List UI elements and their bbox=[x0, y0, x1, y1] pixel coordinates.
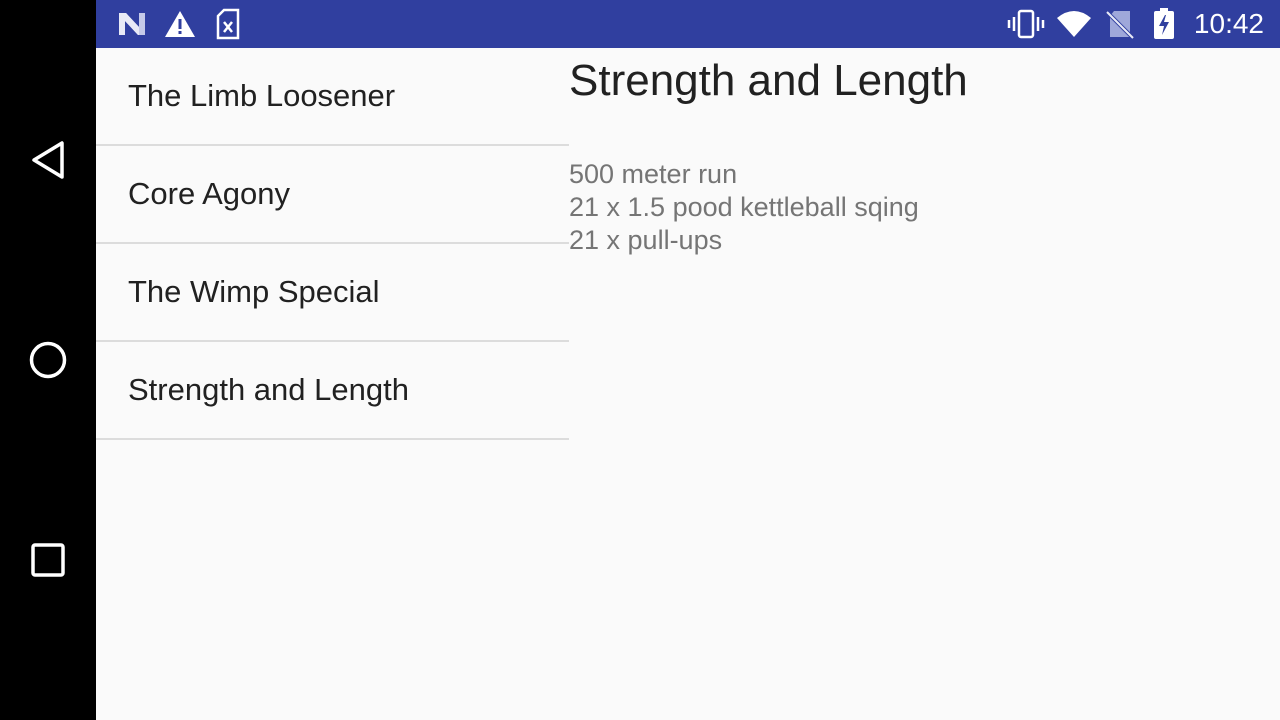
detail-description: 500 meter run 21 x 1.5 pood kettleball s… bbox=[569, 158, 919, 257]
back-icon[interactable] bbox=[24, 136, 72, 184]
home-icon[interactable] bbox=[24, 336, 72, 384]
navigation-bar bbox=[0, 0, 96, 720]
detail-title: Strength and Length bbox=[569, 56, 968, 105]
list-item[interactable]: Strength and Length bbox=[96, 342, 569, 440]
no-sim-icon bbox=[1102, 8, 1138, 40]
battery-charging-icon bbox=[1150, 8, 1178, 40]
recents-icon[interactable] bbox=[24, 536, 72, 584]
status-clock: 10:42 bbox=[1193, 8, 1264, 39]
detail-line: 21 x 1.5 pood kettleball sqing bbox=[569, 192, 919, 222]
wifi-icon bbox=[1054, 8, 1094, 40]
workout-detail: Strength and Length 500 meter run 21 x 1… bbox=[569, 48, 1280, 720]
vibrate-icon bbox=[1006, 8, 1046, 40]
list-item[interactable]: The Wimp Special bbox=[96, 244, 569, 342]
workout-list: The Limb Loosener Core Agony The Wimp Sp… bbox=[96, 48, 569, 440]
status-bar: 10:42 bbox=[96, 0, 1280, 48]
list-item[interactable]: The Limb Loosener bbox=[96, 48, 569, 146]
detail-line: 500 meter run bbox=[569, 159, 738, 189]
sim-error-icon bbox=[212, 8, 244, 40]
n-notification-icon bbox=[116, 8, 148, 40]
list-item[interactable]: Core Agony bbox=[96, 146, 569, 244]
detail-line: 21 x pull-ups bbox=[569, 225, 723, 255]
warning-icon bbox=[162, 8, 198, 40]
